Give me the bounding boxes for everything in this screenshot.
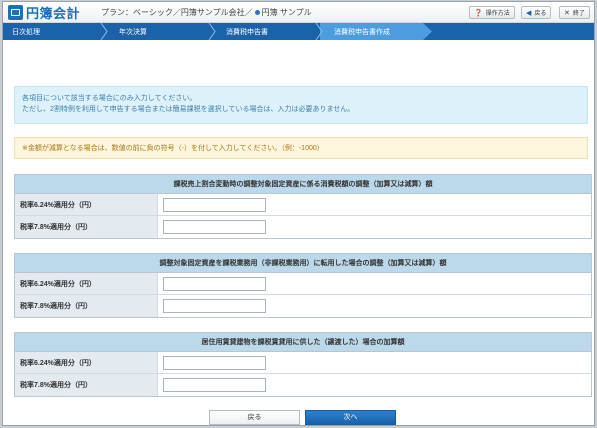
- adjustment-section-3: 居住用賃貸建物を課税賃貸用に供した（譲渡した）場合の加算額 税率6.24%適用分…: [14, 332, 592, 397]
- rate-624-input[interactable]: [163, 197, 266, 212]
- back-button[interactable]: 戻る: [209, 410, 300, 425]
- info-line-2: ただし、2割特例を利用して申告する場合または簡易課税を選択している場合は、入力は…: [22, 106, 355, 113]
- rate-624-input[interactable]: [163, 276, 266, 291]
- logo-icon: [8, 5, 23, 20]
- user-name: 円簿 サンプル: [261, 8, 312, 17]
- step-annual[interactable]: 年次決算: [119, 23, 147, 40]
- logo-text: 円簿会計: [26, 6, 81, 21]
- step-daily[interactable]: 日次処理: [12, 23, 40, 40]
- step-chevron-icon: [100, 23, 108, 40]
- row-label: 税率6.24%適用分（円）: [15, 352, 158, 373]
- row-label: 税率7.8%適用分（円）: [15, 295, 158, 317]
- step-tax-return[interactable]: 消費税申告書: [226, 23, 268, 40]
- app-logo: 円簿会計: [8, 5, 81, 21]
- rate-624-input[interactable]: [163, 355, 266, 370]
- table-row: 税率7.8%適用分（円）: [15, 374, 591, 396]
- plan-info: プラン：ベーシック／円簿サンプル会社／ 円簿 サンプル: [101, 7, 312, 18]
- section-title: 調整対象固定資産を課税業務用（非課税業務用）に転用した場合の調整（加算又は減算）…: [15, 254, 591, 273]
- section-title: 居住用賃貸建物を課税賃貸用に供した（譲渡した）場合の加算額: [15, 333, 591, 352]
- row-label: 税率7.8%適用分（円）: [15, 374, 158, 396]
- table-row: 税率6.24%適用分（円）: [15, 273, 591, 295]
- plan-text: プラン：ベーシック／円簿サンプル会社／: [101, 8, 253, 17]
- app-window: 円簿会計 プラン：ベーシック／円簿サンプル会社／ 円簿 サンプル ❓ 操作方法 ◀ 戻…: [2, 1, 595, 426]
- help-button[interactable]: ❓ 操作方法: [469, 6, 515, 19]
- row-label: 税率7.8%適用分（円）: [15, 216, 158, 238]
- adjustment-section-1: 課税売上割合変動時の調整対象固定資産に係る消費税額の調整（加算又は減算）額 税率…: [14, 174, 592, 239]
- info-line-1: 各項目について該当する場合にのみ入力してください。: [22, 95, 197, 102]
- next-button[interactable]: 次へ: [305, 410, 396, 425]
- table-row: 税率7.8%適用分（円）: [15, 216, 591, 238]
- close-icon: ✕: [564, 9, 570, 17]
- adjustment-section-2: 調整対象固定資産を課税業務用（非課税業務用）に転用した場合の調整（加算又は減算）…: [14, 253, 592, 318]
- table-row: 税率7.8%適用分（円）: [15, 295, 591, 317]
- step-navigation: 日次処理 年次決算 消費税申告書 消費税申告書作成: [3, 23, 594, 40]
- header-back-label: 戻る: [534, 11, 547, 17]
- user-dot-icon: [254, 10, 260, 16]
- section-title: 課税売上割合変動時の調整対象固定資産に係る消費税額の調整（加算又は減算）額: [15, 175, 591, 194]
- step-chevron-icon: [208, 23, 216, 40]
- row-label: 税率6.24%適用分（円）: [15, 194, 158, 215]
- row-label: 税率6.24%適用分（円）: [15, 273, 158, 294]
- info-notice: 各項目について該当する場合にのみ入力してください。 ただし、2割特例を利用して申…: [14, 86, 588, 124]
- back-arrow-icon: ◀: [526, 9, 532, 17]
- help-button-label: 操作方法: [485, 11, 510, 17]
- table-row: 税率6.24%適用分（円）: [15, 194, 591, 216]
- header-back-button[interactable]: ◀ 戻る: [521, 6, 552, 19]
- help-icon: ❓: [474, 9, 483, 17]
- exit-button[interactable]: ✕ 終了: [559, 6, 590, 19]
- rate-78-input[interactable]: [163, 299, 266, 313]
- step-tax-return-create[interactable]: 消費税申告書作成: [334, 23, 390, 40]
- rate-78-input[interactable]: [163, 378, 266, 392]
- app-header: 円簿会計 プラン：ベーシック／円簿サンプル会社／ 円簿 サンプル ❓ 操作方法 ◀ 戻…: [3, 2, 594, 23]
- warning-notice: ※金額が減算となる場合は、数値の前に負の符号（-）を付して入力してください。（例…: [14, 137, 588, 159]
- table-row: 税率6.24%適用分（円）: [15, 352, 591, 374]
- step-chevron-icon: [315, 23, 323, 40]
- exit-button-label: 終了: [572, 11, 585, 17]
- rate-78-input[interactable]: [163, 220, 266, 234]
